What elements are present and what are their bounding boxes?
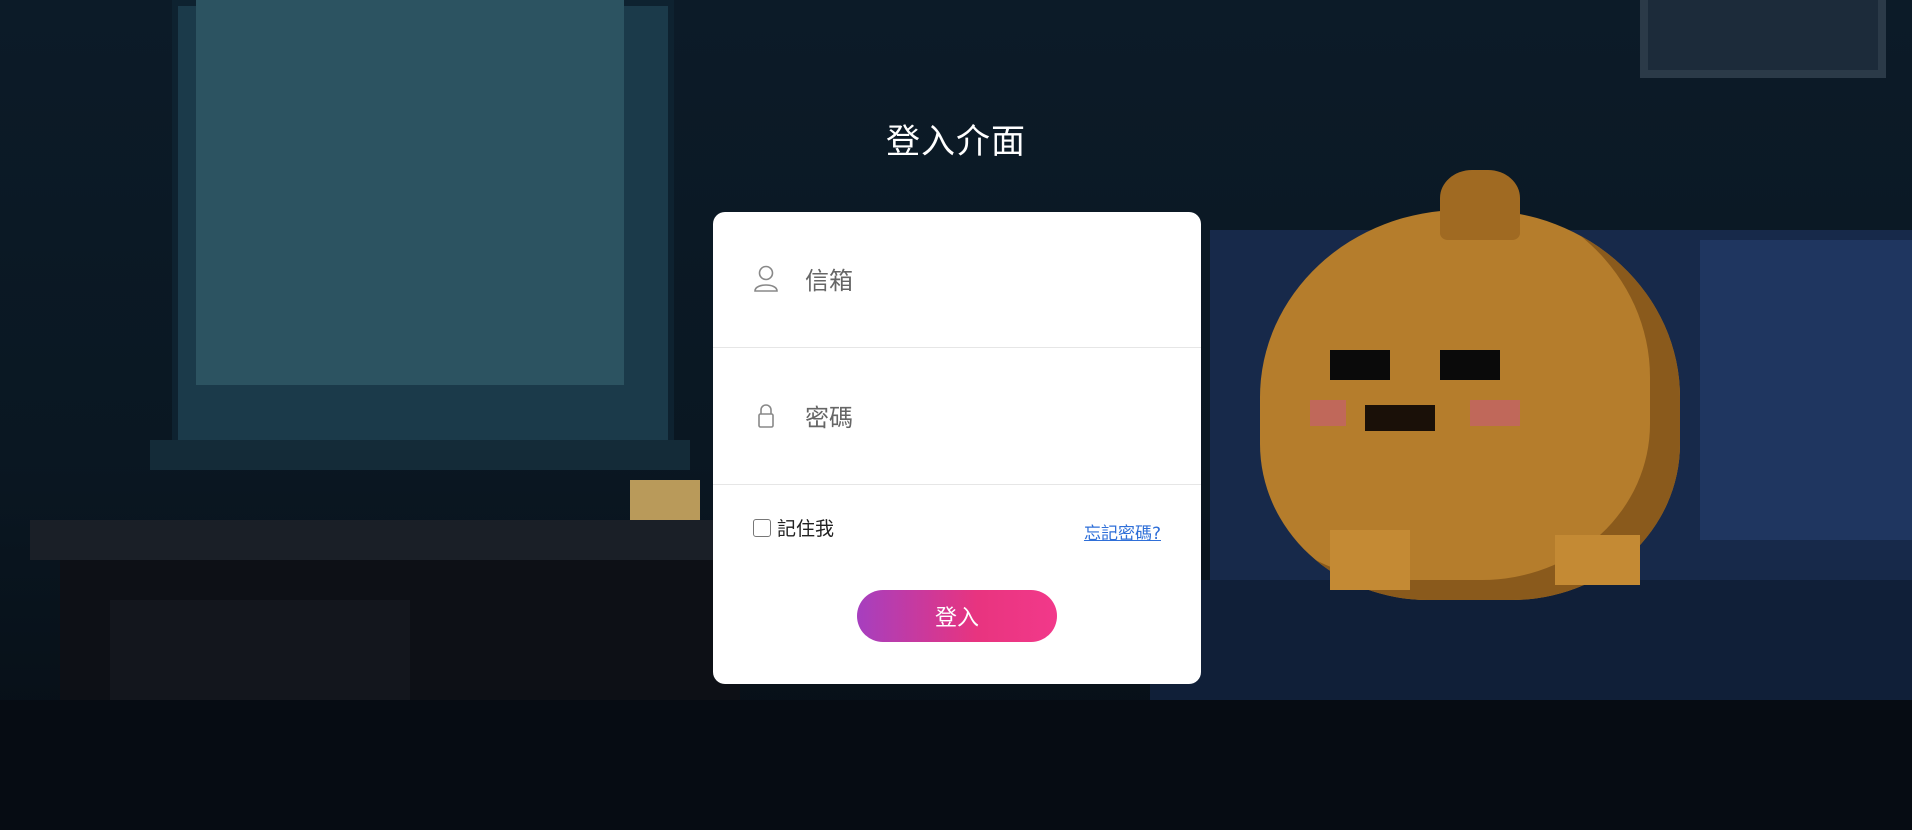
login-button[interactable]: 登入 xyxy=(857,590,1057,642)
user-icon xyxy=(753,264,779,294)
background-potato-mouth xyxy=(1365,405,1435,431)
password-input[interactable] xyxy=(803,389,1167,447)
lock-icon xyxy=(753,401,779,431)
login-card: 記住我 忘記密碼? 登入 xyxy=(713,212,1201,684)
email-field-row xyxy=(713,212,1201,348)
background-window-sill xyxy=(150,440,690,470)
background-potato-eye-left xyxy=(1330,350,1390,380)
password-field-row xyxy=(713,349,1201,485)
background-potato-blush-left xyxy=(1310,400,1346,426)
login-page: 登入介面 記住我 忘記密碼? 登入 xyxy=(0,0,1912,830)
background-floor xyxy=(0,700,1912,830)
email-input[interactable] xyxy=(803,252,1167,310)
background-window-glass xyxy=(196,0,624,385)
remember-me-label: 記住我 xyxy=(777,518,835,540)
background-potato-sprout xyxy=(1440,170,1520,240)
remember-me-checkbox[interactable] xyxy=(753,518,771,537)
background-desk-item xyxy=(630,480,700,520)
forgot-password-link[interactable]: 忘記密碼? xyxy=(1084,519,1161,544)
background-potato-eye-right xyxy=(1440,350,1500,380)
background-potato-paw-right xyxy=(1555,535,1640,585)
background-picture-frame xyxy=(1640,0,1886,78)
background-potato-paw-left xyxy=(1330,530,1410,590)
background-sofa-cushion xyxy=(1700,240,1912,540)
page-title: 登入介面 xyxy=(886,122,1026,162)
background-desk-top xyxy=(30,520,750,560)
background-potato-blush-right xyxy=(1470,400,1520,426)
remember-me-row[interactable]: 記住我 xyxy=(753,514,834,541)
